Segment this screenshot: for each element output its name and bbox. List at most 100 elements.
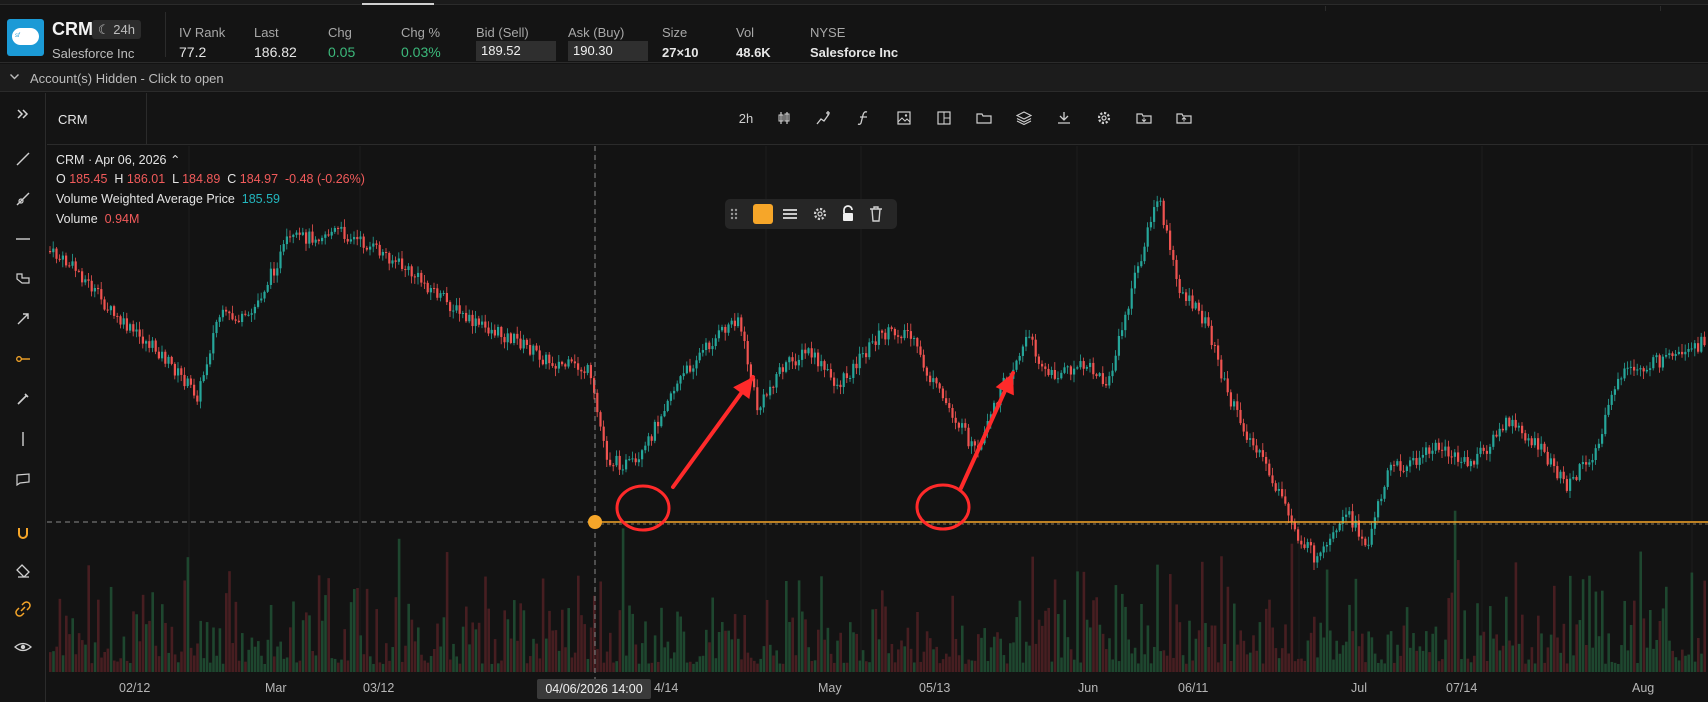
candle-body [151, 340, 154, 348]
candle-body [295, 232, 298, 235]
volume-bar [1197, 630, 1201, 672]
candle-body [349, 239, 352, 242]
lock-icon[interactable] [837, 204, 859, 224]
volume-bar [349, 602, 353, 672]
candle-body [1553, 458, 1556, 467]
horizontal-line-icon[interactable] [10, 231, 36, 255]
candle-body [890, 327, 893, 330]
candle-body [829, 369, 832, 378]
symbol-title[interactable]: CRM [52, 19, 93, 40]
folder-icon[interactable] [972, 108, 996, 130]
price-chart[interactable] [47, 146, 1708, 702]
layout-icon[interactable] [932, 108, 956, 130]
volume-bar [1697, 637, 1700, 672]
candle-body [1409, 460, 1412, 467]
settings-icon[interactable] [809, 204, 831, 224]
legend-title[interactable]: CRM · Apr 06, 2026 ⌃ [56, 152, 180, 167]
candle-body [685, 365, 688, 374]
volume-bar [218, 628, 222, 672]
horizontal-ray-icon[interactable] [10, 351, 36, 375]
eye-icon[interactable] [10, 639, 36, 663]
volume-bar [820, 576, 823, 672]
trash-icon[interactable] [865, 204, 887, 224]
volume-bar [951, 595, 954, 672]
volume-bar [1636, 663, 1639, 672]
session-badge[interactable]: ☾ 24h [92, 20, 141, 39]
interval-button[interactable]: 2h [732, 111, 760, 133]
line-color-swatch[interactable] [753, 204, 773, 224]
save-folder-icon[interactable] [1132, 108, 1156, 130]
volume-bar [1537, 615, 1540, 672]
candle-body [1322, 546, 1325, 553]
candle-body [90, 280, 93, 292]
expand-icon[interactable] [10, 107, 36, 131]
volume-bar [1626, 650, 1630, 672]
volume-bar [167, 652, 170, 672]
candle-body [362, 236, 365, 248]
legend-vwap[interactable]: Volume Weighted Average Price 185.59 [56, 192, 280, 206]
arrow-icon[interactable] [10, 311, 36, 335]
candle-body [874, 341, 877, 345]
volume-bar [228, 571, 231, 672]
candle-body [116, 315, 119, 317]
candle-body [461, 312, 464, 314]
candle-body [308, 231, 311, 244]
volume-bar [413, 641, 417, 672]
drag-handle-icon[interactable] [729, 204, 743, 224]
candle-body [673, 390, 676, 394]
layers-icon[interactable] [1012, 108, 1036, 130]
brush-icon[interactable] [10, 271, 36, 295]
indicators-icon[interactable] [812, 108, 836, 130]
ray-icon[interactable] [10, 191, 36, 215]
volume-bar [519, 603, 522, 672]
function-icon[interactable] [852, 108, 876, 130]
callout-icon[interactable] [10, 471, 36, 495]
candle-body [759, 407, 762, 411]
candle-body [1133, 272, 1136, 289]
candle-body [1629, 366, 1632, 368]
download-icon[interactable] [1052, 108, 1076, 130]
candlestick-icon[interactable] [772, 108, 796, 130]
accounts-hidden-bar[interactable]: Account(s) Hidden - Click to open [0, 64, 1708, 92]
bid-button[interactable]: 189.52 [476, 41, 556, 61]
candle-body [557, 361, 560, 369]
volume-bar [554, 630, 558, 672]
settings-icon[interactable] [1092, 108, 1116, 130]
candle-body [1277, 489, 1280, 491]
candle-body [621, 469, 624, 471]
candle-body [714, 338, 717, 347]
volume-bar [1405, 607, 1409, 672]
legend-volume-value: 0.94M [104, 212, 140, 226]
ask-button[interactable]: 190.30 [568, 41, 648, 61]
image-icon[interactable] [892, 108, 916, 130]
volume-bar [858, 660, 862, 672]
legend-volume[interactable]: Volume 0.94M [56, 212, 139, 226]
volume-bar [1271, 627, 1274, 672]
volume-bar [381, 663, 385, 672]
legend-low: 184.89 [182, 172, 221, 186]
link-icon[interactable] [10, 601, 36, 625]
volume-bar [1181, 655, 1185, 672]
candle-body [1345, 514, 1348, 517]
candle-body [1569, 478, 1572, 491]
candle-body [1306, 542, 1309, 548]
chart-symbol[interactable]: CRM [58, 112, 88, 127]
candle-body [1613, 389, 1616, 395]
volume-bar [1383, 663, 1386, 672]
volume-bar [759, 658, 762, 672]
volume-bar [58, 598, 62, 672]
magnet-icon[interactable] [10, 525, 36, 549]
volume-bar [493, 639, 497, 672]
vertical-line-icon[interactable] [10, 431, 36, 455]
line-style-icon[interactable] [779, 204, 801, 224]
volume-bar [1268, 599, 1271, 672]
volume-bar [215, 655, 218, 672]
volume-bar [1114, 585, 1118, 672]
candle-body [1633, 366, 1636, 371]
upload-icon[interactable] [1172, 108, 1196, 130]
candle-body [1511, 419, 1514, 427]
trendline-icon[interactable] [10, 151, 36, 175]
eraser-icon[interactable] [10, 563, 36, 587]
candle-body [1578, 464, 1581, 480]
pen-icon[interactable] [10, 391, 36, 415]
